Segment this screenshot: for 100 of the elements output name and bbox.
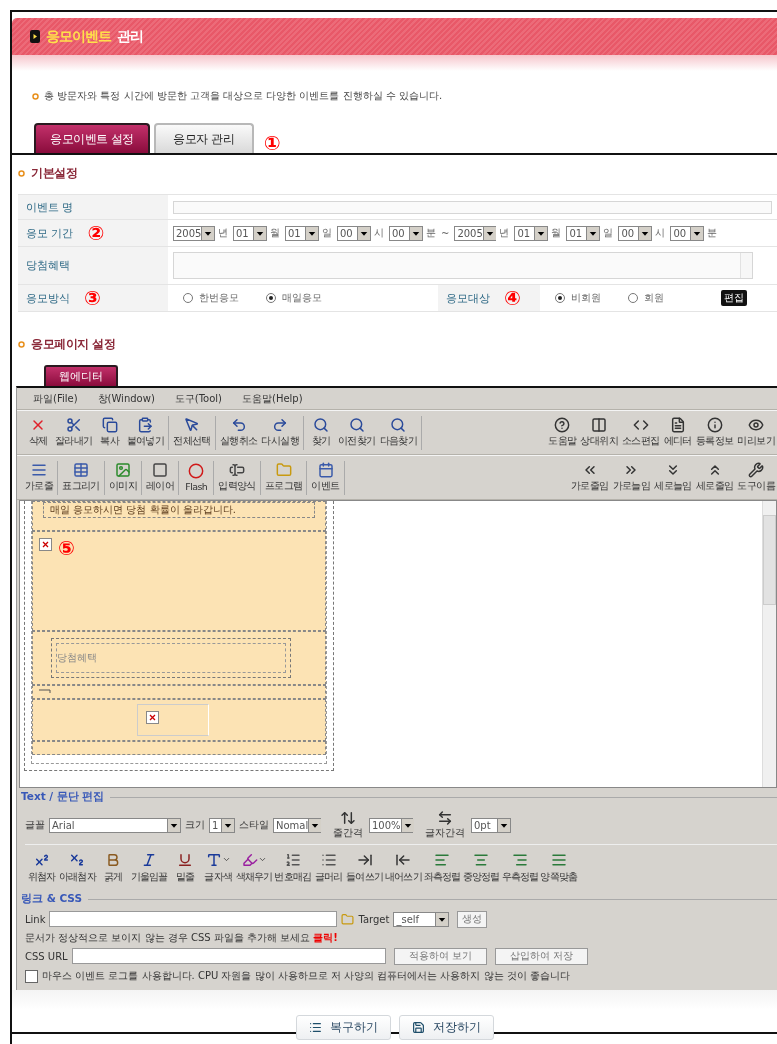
link-input[interactable] <box>49 911 338 927</box>
format-button[interactable]: 아래첨자 <box>58 851 97 884</box>
footer-button[interactable]: 복구하기 <box>295 1015 391 1040</box>
eye-icon <box>748 417 765 433</box>
toolbar-button[interactable]: 표그리기 <box>60 462 102 493</box>
menu-item[interactable]: 도움말(Help) <box>242 391 303 406</box>
radio-button[interactable] <box>555 293 565 303</box>
select-field[interactable]: Arial <box>49 817 181 833</box>
format-button[interactable]: 글머리 <box>312 851 346 884</box>
select-field[interactable]: 01 <box>514 225 549 241</box>
toolbar-button[interactable]: 복사 <box>94 417 125 448</box>
select-field[interactable]: 100% <box>369 817 413 833</box>
toolbar-button[interactable]: 소스편집 <box>619 417 662 448</box>
toolbar-button[interactable]: 입력양식 <box>216 462 258 493</box>
select-field[interactable]: 00 <box>618 225 653 241</box>
format-button[interactable]: 우측정렬 <box>500 851 540 884</box>
menu-item[interactable]: 도구(Tool) <box>174 391 222 406</box>
format-button[interactable]: 번호매김 <box>273 851 313 884</box>
toolbar-button[interactable]: 가로늘임 <box>610 462 653 493</box>
toolbar-button[interactable]: 레이어 <box>144 462 177 493</box>
toolbar-button[interactable]: 프로그램 <box>262 462 305 493</box>
text-input-icon <box>229 462 245 478</box>
toolbar-button[interactable]: 이벤트 <box>309 462 342 493</box>
folder-icon <box>341 912 355 926</box>
scrollbar[interactable] <box>762 501 776 787</box>
help-icon <box>554 417 571 433</box>
checkbox[interactable] <box>25 969 38 983</box>
toolbar-button[interactable]: 붙여넣기 <box>124 417 167 448</box>
radio-option[interactable]: 매일응모 <box>266 291 322 305</box>
select-field[interactable]: _self <box>393 911 450 927</box>
radio-option[interactable]: 회원 <box>628 291 664 305</box>
toolbar-button[interactable]: 미리보기 <box>735 417 777 448</box>
editor-canvas[interactable]: 매일 응모하시면 당첨 확률이 올라갑니다. ⑤ 당첨혜택 <box>19 500 777 788</box>
toolbar-button[interactable]: 가로줄 <box>23 462 56 493</box>
select-field[interactable]: 1 <box>209 817 235 833</box>
toolbar-button[interactable]: 다시실행 <box>259 417 302 448</box>
select-field[interactable]: 00 <box>670 225 705 241</box>
toolbar-button[interactable]: 도움말 <box>546 417 579 448</box>
toolbar-button[interactable]: 잘라내기 <box>53 417 95 448</box>
css-url-input[interactable] <box>71 948 386 964</box>
event-name-input[interactable] <box>173 200 772 214</box>
toolbar-button[interactable]: 등록정보 <box>693 417 736 448</box>
toolbar-button[interactable]: 세로늘임 <box>652 462 694 493</box>
toolbar-button[interactable]: 삭제 <box>23 417 53 448</box>
toolbar-button[interactable]: 상대위치 <box>578 417 620 448</box>
radio-button[interactable] <box>183 293 193 303</box>
horizontal-lines-icon <box>31 462 48 478</box>
annotation-number: ③ <box>84 288 101 308</box>
menu-item[interactable]: 파일(File) <box>33 391 78 406</box>
footer-button[interactable]: 저장하기 <box>398 1015 494 1040</box>
format-button[interactable]: 좌측정렬 <box>422 851 462 884</box>
tab[interactable]: 응모이벤트 설정 <box>34 123 150 153</box>
select-field[interactable]: Nomal <box>273 817 321 833</box>
toolbar-button[interactable]: 이미지 <box>106 462 139 493</box>
format-button[interactable]: 밑줄 <box>168 851 202 884</box>
edit-button[interactable]: 편집 <box>721 290 747 306</box>
radio-button[interactable] <box>266 293 276 303</box>
calendar-icon <box>317 462 334 478</box>
toolbar-button[interactable]: Flash <box>181 463 212 492</box>
radio-option[interactable]: 한번응모 <box>183 291 239 305</box>
format-button[interactable]: 기울임꼴 <box>129 851 169 884</box>
checkbox-label: 마우스 이벤트 로그를 사용합니다. CPU 자원을 많이 사용하므로 저 사양의 컴퓨터에서는 사용하지 않는 것이 좋습니다 <box>42 969 570 983</box>
menu-item[interactable]: 창(Window) <box>97 391 155 406</box>
insert-button[interactable]: 삽입하여 저장 <box>494 947 589 965</box>
toolbar-button[interactable]: 전체선택 <box>171 417 213 448</box>
unit-label: 일 <box>322 226 332 240</box>
select-field[interactable]: 01 <box>566 225 601 241</box>
radio-button[interactable] <box>628 293 638 303</box>
select-field[interactable]: 2005 <box>173 225 215 241</box>
select-field[interactable]: 00 <box>389 225 423 241</box>
toolbar-button[interactable]: 찾기 <box>306 417 337 448</box>
toolbar-button[interactable]: 에디터 <box>661 417 694 448</box>
select-field[interactable]: 01 <box>285 225 319 241</box>
toolbar-button[interactable]: 도구이름 <box>735 462 777 493</box>
select-field[interactable]: 00 <box>337 225 371 241</box>
search-icon <box>390 417 407 433</box>
select-field[interactable]: 01 <box>233 225 267 241</box>
format-button[interactable]: 굵게 <box>96 851 130 884</box>
format-button[interactable]: 색채우기 <box>234 851 274 884</box>
format-button[interactable]: 들여쓰기 <box>345 851 385 884</box>
list-icon <box>308 1021 322 1034</box>
format-button[interactable]: 양쪽맞춤 <box>539 851 579 884</box>
radio-option[interactable]: 비회원 <box>555 291 601 305</box>
create-button[interactable]: 생성 <box>457 910 488 928</box>
toolbar-button[interactable]: 다음찾기 <box>377 417 420 448</box>
toolbar-button[interactable]: 가로줄임 <box>568 462 611 493</box>
format-button[interactable]: 글자색 <box>201 851 235 884</box>
apply-button[interactable]: 적용하여 보기 <box>393 947 487 965</box>
image-icon <box>114 462 131 478</box>
format-button[interactable]: 중앙정렬 <box>461 851 501 884</box>
tab[interactable]: 웹에디터 <box>44 365 118 386</box>
toolbar-button[interactable]: 실행취소 <box>217 417 260 448</box>
format-button[interactable]: 내어쓰기 <box>384 851 423 884</box>
tab[interactable]: 응모자 관리 <box>153 123 254 153</box>
select-field[interactable]: 2005 <box>454 225 497 241</box>
toolbar-button[interactable]: 세로줄임 <box>693 462 736 493</box>
toolbar-button[interactable]: 이전찾기 <box>336 417 378 448</box>
format-button[interactable]: 위첨자 <box>25 851 58 884</box>
undo-icon <box>230 417 247 433</box>
select-field[interactable]: 0pt <box>471 817 511 833</box>
